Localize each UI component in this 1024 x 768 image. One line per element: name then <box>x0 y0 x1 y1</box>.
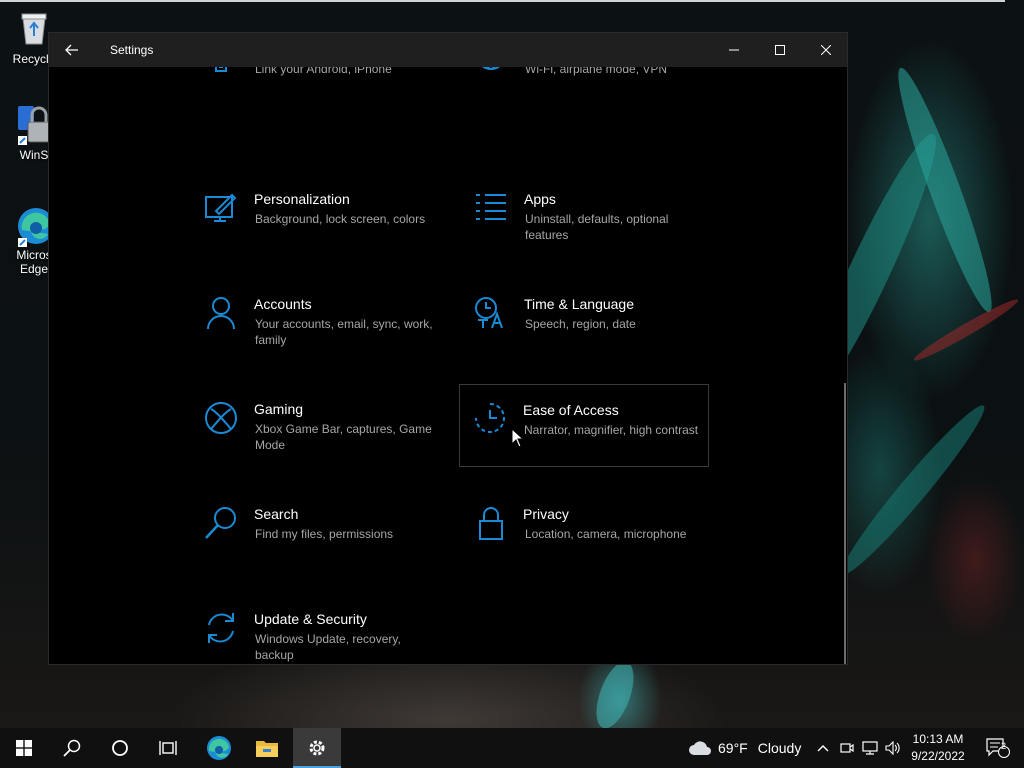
weather-widget[interactable]: 69°F Cloudy <box>688 728 801 768</box>
notification-icon <box>986 738 1010 758</box>
tray-network[interactable] <box>861 728 879 768</box>
settings-tile-gaming[interactable]: Gaming Xbox Game Bar, captures, Game Mod… <box>190 393 440 477</box>
file-explorer-icon <box>256 741 278 757</box>
windows-start-icon <box>16 740 32 756</box>
cloud-icon <box>689 741 711 755</box>
tile-description: Xbox Game Bar, captures, Game Mode <box>255 422 432 452</box>
maximize-button[interactable] <box>757 33 803 67</box>
tile-title: Time & Language <box>524 296 634 312</box>
ease-of-access-icon <box>475 403 505 433</box>
tile-description: Uninstall, defaults, optional features <box>525 212 669 242</box>
tile-description: Windows Update, recovery, backup <box>255 632 401 662</box>
settings-window: Settings Link your Android, iPhone Wi-Fi… <box>48 32 848 665</box>
tile-title: Apps <box>524 191 556 207</box>
tile-title: Personalization <box>254 191 350 207</box>
camera-icon <box>840 743 854 753</box>
settings-tile-time-language[interactable]: Time & Language Speech, region, date <box>460 288 710 372</box>
settings-tile-ease-of-access[interactable]: Ease of Access Narrator, magnifier, high… <box>459 384 709 467</box>
task-view-button[interactable] <box>144 728 192 768</box>
tile-description: Location, camera, microphone <box>525 527 687 541</box>
network-icon <box>862 741 878 755</box>
back-arrow-icon <box>65 44 78 56</box>
time-language-icon <box>475 297 503 329</box>
tile-description: Wi-Fi, airplane mode, VPN <box>525 67 668 76</box>
personalization-icon <box>205 193 237 222</box>
task-view-icon <box>159 741 177 755</box>
settings-tile-accounts[interactable]: Accounts Your accounts, email, sync, wor… <box>190 288 440 372</box>
tile-title: Ease of Access <box>523 402 619 418</box>
settings-tile-update-security[interactable]: Update & Security Windows Update, recove… <box>190 603 440 664</box>
tile-title: Privacy <box>523 506 569 522</box>
close-button[interactable] <box>803 33 849 67</box>
person-icon <box>207 297 235 330</box>
taskbar-settings-button[interactable] <box>293 728 341 768</box>
taskbar: 69°F Cloudy 10:13 AM 9/22/2022 2 <box>0 728 1024 768</box>
mouse-cursor-icon <box>511 428 525 448</box>
tile-description: Narrator, magnifier, high contrast <box>524 423 699 437</box>
tile-description: Find my files, permissions <box>255 527 394 541</box>
clock-date: 9/22/2022 <box>911 749 965 763</box>
tile-description: Your accounts, email, sync, work, family <box>255 317 433 347</box>
taskbar-search-button[interactable] <box>48 728 96 768</box>
apps-list-icon <box>476 194 506 220</box>
settings-tile-network[interactable]: Wi-Fi, airplane mode, VPN <box>460 67 710 117</box>
xbox-icon <box>205 402 237 434</box>
taskbar-clock[interactable]: 10:13 AM 9/22/2022 <box>900 731 976 765</box>
tile-title: Update & Security <box>254 611 367 627</box>
settings-tile-apps[interactable]: Apps Uninstall, defaults, optional featu… <box>460 183 710 267</box>
edge-icon <box>207 736 231 760</box>
settings-tile-privacy[interactable]: Privacy Location, camera, microphone <box>460 498 710 582</box>
minimize-button[interactable] <box>711 33 757 67</box>
tile-description: Background, lock screen, colors <box>255 212 426 226</box>
top-border <box>0 0 1005 2</box>
start-button[interactable] <box>0 728 48 768</box>
chevron-up-icon <box>817 745 829 752</box>
tile-description: Link your Android, iPhone <box>255 67 392 76</box>
sync-icon <box>208 613 234 643</box>
speaker-icon <box>885 741 900 755</box>
settings-tile-personalization[interactable]: Personalization Background, lock screen,… <box>190 183 440 267</box>
taskbar-edge-button[interactable] <box>195 728 243 768</box>
tray-meet-now[interactable] <box>838 728 856 768</box>
tile-title: Gaming <box>254 401 304 417</box>
back-button[interactable] <box>59 38 85 62</box>
action-center-button[interactable]: 2 <box>978 728 1018 768</box>
settings-content: Link your Android, iPhone Wi-Fi, airplan… <box>49 67 847 664</box>
window-title: Settings <box>110 43 154 57</box>
search-icon <box>63 739 81 757</box>
settings-gear-icon <box>309 740 325 756</box>
lock-icon <box>479 507 503 540</box>
minimize-icon <box>729 49 739 51</box>
settings-tile-search[interactable]: Search Find my files, permissions <box>190 498 440 582</box>
tile-title: Search <box>254 506 299 522</box>
cortana-icon <box>112 740 128 756</box>
phone-icon <box>215 67 227 72</box>
search-icon <box>205 507 236 539</box>
globe-icon <box>482 67 500 70</box>
tile-description: Speech, region, date <box>525 317 636 331</box>
show-hidden-icons-button[interactable] <box>814 728 832 768</box>
title-bar[interactable]: Settings <box>49 33 847 67</box>
taskbar-file-explorer-button[interactable] <box>243 728 291 768</box>
scrollbar-thumb[interactable] <box>844 383 846 664</box>
notification-badge: 2 <box>1001 741 1007 751</box>
cortana-button[interactable] <box>96 728 144 768</box>
weather-temperature: 69°F <box>718 740 748 756</box>
weather-condition: Cloudy <box>757 740 802 756</box>
settings-tile-phone[interactable]: Link your Android, iPhone <box>190 67 440 117</box>
clock-time: 10:13 AM <box>912 732 964 746</box>
close-icon <box>821 45 831 55</box>
tile-title: Accounts <box>254 296 312 312</box>
maximize-icon <box>775 45 785 55</box>
